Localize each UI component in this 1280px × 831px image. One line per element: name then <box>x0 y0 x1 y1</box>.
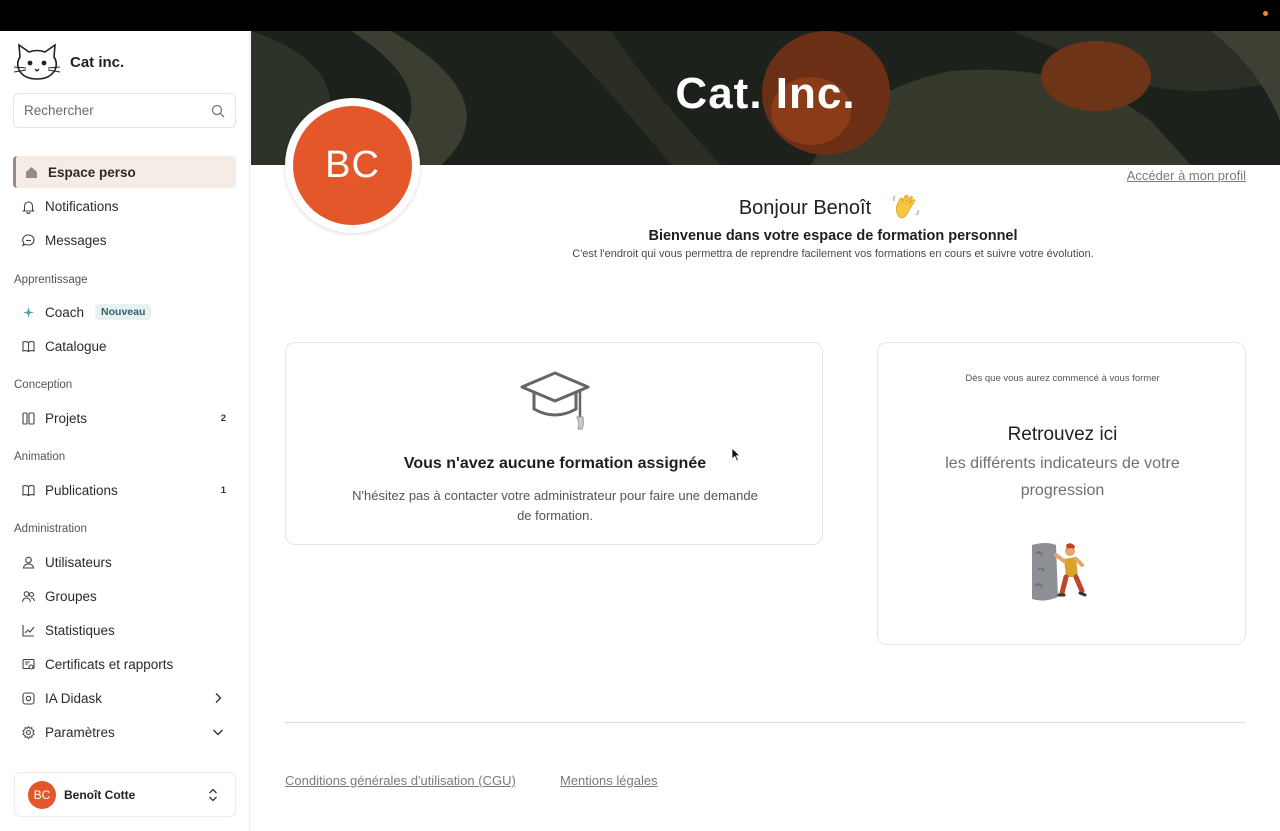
nav-label: Paramètres <box>45 724 115 740</box>
nav-espace-perso[interactable]: Espace perso <box>13 156 236 188</box>
nav-label: Catalogue <box>45 338 107 354</box>
nav-label: Projets <box>45 410 88 426</box>
welcome-subtitle: C'est l'endroit qui vous permettra de re… <box>572 248 1094 260</box>
nav-utilisateurs[interactable]: Utilisateurs <box>13 546 236 578</box>
home-icon <box>26 166 37 178</box>
profile-link[interactable]: Accéder à mon profil <box>1110 168 1246 183</box>
status-dot <box>1263 11 1268 16</box>
nav-ia-didask[interactable]: IA Didask <box>13 682 236 714</box>
waving-hand-icon <box>893 194 920 219</box>
section-animation: Animation <box>14 451 66 463</box>
progress-card-caption: Dès que vous aurez commencé à vous forme… <box>965 373 1160 384</box>
progress-card: Dès que vous aurez commencé à vous forme… <box>877 342 1246 645</box>
gear-icon <box>22 725 35 739</box>
nav-certificats[interactable]: Certificats et rapports <box>13 648 236 680</box>
no-training-title: Vous n'avez aucune formation assignée <box>403 455 707 472</box>
section-administration: Administration <box>14 523 87 535</box>
banner-title: Cat. Inc. <box>675 69 856 118</box>
window-top-bar <box>0 0 1280 31</box>
users-icon <box>21 590 36 602</box>
progress-card-title: Retrouvez ici <box>1007 424 1118 445</box>
nav-label: Messages <box>45 232 107 248</box>
nav-groupes[interactable]: Groupes <box>13 580 236 612</box>
nav-label: IA Didask <box>45 690 103 706</box>
nav-parametres[interactable]: Paramètres <box>13 716 236 748</box>
new-badge: Nouveau <box>95 304 152 320</box>
nav-label: Espace perso <box>48 164 136 180</box>
footer-divider <box>285 722 1246 723</box>
avatar: BC <box>28 780 56 809</box>
user-menu[interactable]: BC Benoît Cotte <box>14 772 236 817</box>
nav-label: Notifications <box>45 198 119 214</box>
section-apprentissage: Apprentissage <box>14 274 88 286</box>
nav-label: Statistiques <box>45 622 115 638</box>
sparkle-icon <box>23 306 34 318</box>
nav-label: Publications <box>45 482 118 498</box>
profile-avatar: BC <box>285 98 420 233</box>
nav-label: Certificats et rapports <box>45 656 174 672</box>
chevron-right-icon[interactable] <box>212 692 224 704</box>
profile-initials: BC <box>293 106 412 225</box>
cat-logo-icon <box>14 43 60 80</box>
section-conception: Conception <box>14 379 73 391</box>
message-icon <box>22 233 35 247</box>
user-name: Benoît Cotte <box>64 787 136 802</box>
nav-notifications[interactable]: Notifications <box>13 190 236 222</box>
progress-card-desc: les différents indicateurs de votre prog… <box>945 455 1180 499</box>
nav-publications[interactable]: Publications 1 <box>13 474 236 506</box>
ai-icon <box>22 691 35 705</box>
certificate-icon <box>22 658 35 670</box>
nav-label: Coach <box>45 304 85 320</box>
book-icon <box>22 340 35 352</box>
nav-projets[interactable]: Projets 2 <box>13 402 236 434</box>
nav-label: Groupes <box>45 588 97 604</box>
nav-messages[interactable]: Messages <box>13 224 236 256</box>
welcome-title: Bienvenue dans votre espace de formation… <box>648 228 1018 244</box>
no-training-desc: N'hésitez pas à contacter votre administ… <box>352 488 758 523</box>
nav-statistiques[interactable]: Statistiques <box>13 614 236 646</box>
publications-count: 1 <box>220 484 226 496</box>
brand[interactable]: Cat inc. <box>14 43 124 81</box>
chevron-down-icon[interactable] <box>212 726 224 738</box>
cgu-link[interactable]: Conditions générales d'utilisation (CGU) <box>285 773 516 788</box>
graduation-cap-icon <box>520 371 590 430</box>
nav-coach[interactable]: Coach Nouveau <box>13 296 236 328</box>
user-icon <box>22 556 35 569</box>
nav-catalogue[interactable]: Catalogue <box>13 330 236 362</box>
climber-icon <box>1032 543 1087 601</box>
sidebar: Cat inc. Espace perso Notifications Mess… <box>0 31 250 831</box>
greeting: Bonjour Benoît <box>700 193 960 223</box>
legal-link[interactable]: Mentions légales <box>560 773 658 788</box>
no-training-card: Vous n'avez aucune formation assignée N'… <box>285 342 823 545</box>
brand-name: Cat inc. <box>70 53 125 71</box>
chevron-up-down-icon <box>209 788 217 801</box>
projets-count: 2 <box>220 412 226 424</box>
search-input[interactable] <box>24 103 211 118</box>
greeting-title: Bonjour Benoît <box>738 196 872 219</box>
search-box[interactable] <box>13 93 236 128</box>
search-icon[interactable] <box>211 104 225 118</box>
bell-icon <box>22 200 35 214</box>
chart-icon <box>22 624 35 637</box>
mouse-cursor-icon <box>731 447 741 462</box>
book-open-icon <box>22 484 35 496</box>
columns-icon <box>22 411 35 425</box>
nav-label: Utilisateurs <box>45 554 112 570</box>
